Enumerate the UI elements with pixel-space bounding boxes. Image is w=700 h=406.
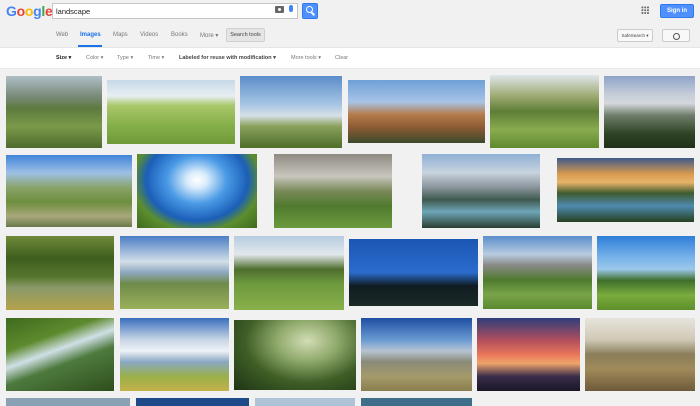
search-button[interactable] <box>302 3 318 19</box>
active-tab-indicator <box>78 45 102 47</box>
apps-grid-icon[interactable] <box>641 6 649 14</box>
gear-icon <box>673 32 680 40</box>
type-filter[interactable]: Type ▾ <box>117 55 133 61</box>
tab-bar: Web Images Maps Videos Books More ▾ <box>0 24 700 48</box>
result-image[interactable] <box>557 158 694 222</box>
more-tools-filter[interactable]: More tools ▾ <box>291 55 321 61</box>
result-image[interactable] <box>120 318 229 391</box>
result-image[interactable] <box>490 75 599 148</box>
clear-filters-link[interactable]: Clear <box>335 55 348 61</box>
result-image[interactable] <box>6 155 132 227</box>
google-logo[interactable]: Google <box>6 3 53 19</box>
result-image[interactable] <box>361 318 472 391</box>
microphone-icon[interactable] <box>289 5 293 12</box>
safesearch-button[interactable]: SafeSearch ▾ <box>617 29 653 42</box>
search-tools-button[interactable]: Search tools <box>226 28 265 42</box>
result-image[interactable] <box>348 80 485 143</box>
tab-books[interactable]: Books <box>171 32 188 38</box>
tools-bar: Size ▾ Color ▾ Type ▾ Time ▾ Labeled for… <box>0 48 700 69</box>
sign-in-button[interactable]: Sign in <box>660 4 694 18</box>
result-image[interactable] <box>597 236 695 310</box>
result-image[interactable] <box>255 398 355 406</box>
top-bar: Google Sign in <box>0 0 700 24</box>
result-image[interactable] <box>137 154 257 228</box>
result-image[interactable] <box>6 398 130 406</box>
tab-web[interactable]: Web <box>56 32 68 38</box>
result-image[interactable] <box>6 76 102 148</box>
tab-videos[interactable]: Videos <box>140 32 158 38</box>
result-image[interactable] <box>240 76 342 148</box>
result-image[interactable] <box>477 318 580 391</box>
settings-button[interactable] <box>662 29 690 42</box>
result-image[interactable] <box>6 318 114 391</box>
search-input[interactable] <box>56 5 270 17</box>
result-image[interactable] <box>136 398 249 406</box>
tab-images[interactable]: Images <box>80 32 101 38</box>
tab-maps[interactable]: Maps <box>113 32 128 38</box>
tab-more[interactable]: More ▾ <box>200 32 218 39</box>
result-image[interactable] <box>604 76 695 148</box>
result-image[interactable] <box>361 398 472 406</box>
time-filter[interactable]: Time ▾ <box>148 55 164 61</box>
result-image[interactable] <box>422 154 540 228</box>
result-image[interactable] <box>6 236 114 310</box>
result-image[interactable] <box>585 318 695 391</box>
result-image[interactable] <box>234 320 356 390</box>
result-image[interactable] <box>274 154 392 228</box>
license-filter[interactable]: Labeled for reuse with modification ▾ <box>179 55 276 61</box>
result-image[interactable] <box>107 80 235 144</box>
camera-icon[interactable] <box>275 6 284 13</box>
size-filter[interactable]: Size ▾ <box>56 55 71 61</box>
search-box <box>52 3 298 19</box>
result-image[interactable] <box>349 239 478 306</box>
result-image[interactable] <box>120 236 229 309</box>
color-filter[interactable]: Color ▾ <box>86 55 103 61</box>
result-image[interactable] <box>483 236 592 309</box>
result-image[interactable] <box>234 236 344 310</box>
